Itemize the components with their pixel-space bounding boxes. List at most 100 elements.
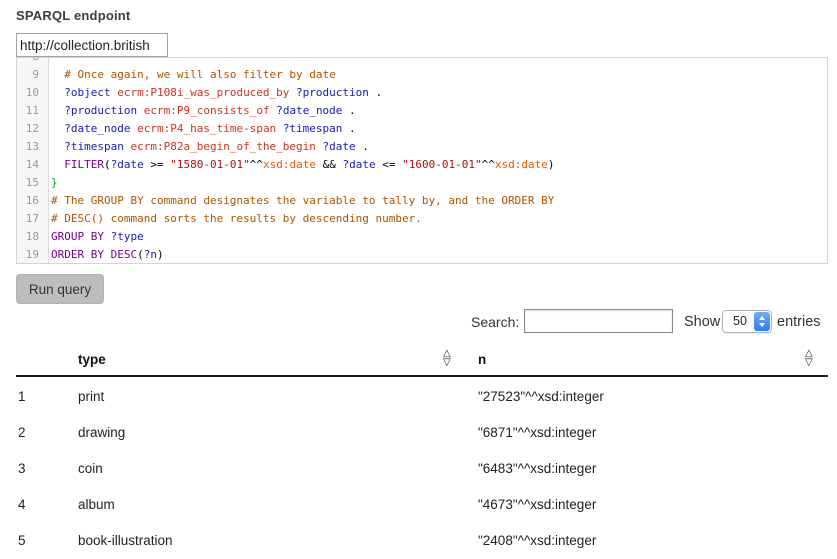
cell-n: "6483"^^xsd:integer	[478, 451, 596, 487]
row-index: 5	[18, 523, 26, 559]
table-row: 4album"4673"^^xsd:integer	[16, 487, 828, 523]
code-line[interactable]: 13 ?timespan ecrm:P82a_begin_of_the_begi…	[17, 138, 827, 156]
code-token[interactable]: (	[137, 248, 144, 261]
page-length-select[interactable]: 50	[722, 310, 772, 333]
code-token[interactable]: ?object	[64, 86, 110, 99]
table-row: 3coin"6483"^^xsd:integer	[16, 451, 828, 487]
sort-desc-icon: ▽	[805, 358, 813, 367]
code-token[interactable]	[51, 122, 64, 135]
code-token[interactable]: # DESC() command sorts the results by de…	[51, 212, 422, 225]
code-text[interactable]: ORDER BY DESC(?n)	[49, 246, 164, 264]
endpoint-input[interactable]	[16, 33, 168, 57]
code-token[interactable]: (	[104, 158, 111, 171]
code-token[interactable]	[51, 104, 64, 117]
column-header-n[interactable]: n	[478, 352, 486, 367]
code-token[interactable]: ecrm:P9_consists_of	[144, 104, 270, 117]
code-token[interactable]	[104, 230, 111, 243]
code-token[interactable]: ecrm:P108i_was_produced_by	[117, 86, 289, 99]
code-token[interactable]: )	[157, 248, 164, 261]
code-text[interactable]	[49, 57, 51, 66]
code-text[interactable]: }	[49, 174, 58, 192]
code-text[interactable]: ?date_node ecrm:P4_has_time-span ?timesp…	[49, 120, 356, 138]
code-line[interactable]: 11 ?production ecrm:P9_consists_of ?date…	[17, 102, 827, 120]
code-line[interactable]: 8	[17, 57, 827, 66]
code-token[interactable]: "1600-01-01"	[402, 158, 481, 171]
code-line[interactable]: 19ORDER BY DESC(?n)	[17, 246, 827, 264]
code-token[interactable]	[137, 104, 144, 117]
code-token[interactable]: <=	[376, 158, 403, 171]
code-token[interactable]: .	[342, 104, 355, 117]
code-token[interactable]	[276, 122, 283, 135]
row-index: 3	[18, 451, 26, 487]
code-token[interactable]: xsd:date	[495, 158, 548, 171]
code-token[interactable]: ^^	[250, 158, 263, 171]
code-token[interactable]: "1580-01-01"	[170, 158, 249, 171]
code-token[interactable]: }	[51, 176, 58, 189]
line-number: 12	[17, 120, 49, 138]
line-number: 16	[17, 192, 49, 210]
code-text[interactable]: # The GROUP BY command designates the va…	[49, 192, 554, 210]
code-line[interactable]: 18GROUP BY ?type	[17, 228, 827, 246]
code-text[interactable]: # Once again, we will also filter by dat…	[49, 66, 336, 84]
code-token[interactable]	[51, 158, 64, 171]
line-number: 13	[17, 138, 49, 156]
code-text[interactable]: GROUP BY ?type	[49, 228, 144, 246]
row-index: 2	[18, 415, 26, 451]
line-number: 15	[17, 174, 49, 192]
cell-type: book-illustration	[78, 523, 173, 559]
code-token[interactable]	[51, 140, 64, 153]
code-token[interactable]: ?date	[323, 140, 356, 153]
code-token[interactable]: ?date_node	[64, 122, 130, 135]
code-token[interactable]: # The GROUP BY command designates the va…	[51, 194, 554, 207]
cell-type: album	[78, 487, 115, 523]
code-token[interactable]: )	[548, 158, 555, 171]
code-line[interactable]: 12 ?date_node ecrm:P4_has_time-span ?tim…	[17, 120, 827, 138]
code-token[interactable]	[51, 68, 64, 81]
code-token[interactable]: GROUP BY	[51, 230, 104, 243]
code-text[interactable]: FILTER(?date >= "1580-01-01"^^xsd:date &…	[49, 156, 554, 174]
code-token[interactable]: ?timespan	[283, 122, 343, 135]
code-token[interactable]: ?date	[111, 158, 144, 171]
code-token[interactable]: ?date	[342, 158, 375, 171]
code-token[interactable]: ^^	[482, 158, 495, 171]
line-number: 9	[17, 66, 49, 84]
sort-icon-type[interactable]: △ ▽	[443, 349, 451, 367]
code-token[interactable]: &&	[316, 158, 343, 171]
code-token[interactable]: ?production	[64, 104, 137, 117]
code-text[interactable]: ?object ecrm:P108i_was_produced_by ?prod…	[49, 84, 382, 102]
code-line[interactable]: 9 # Once again, we will also filter by d…	[17, 66, 827, 84]
code-token[interactable]: ecrm:P82a_begin_of_the_begin	[130, 140, 315, 153]
cell-type: print	[78, 379, 104, 415]
code-line[interactable]: 15}	[17, 174, 827, 192]
code-line[interactable]: 14 FILTER(?date >= "1580-01-01"^^xsd:dat…	[17, 156, 827, 174]
code-token[interactable]: ?n	[144, 248, 157, 261]
code-line[interactable]: 17# DESC() command sorts the results by …	[17, 210, 827, 228]
code-token[interactable]: .	[342, 122, 355, 135]
code-token[interactable]	[51, 86, 64, 99]
code-token[interactable]	[316, 140, 323, 153]
run-query-button[interactable]: Run query	[16, 274, 104, 304]
code-token[interactable]: ecrm:P4_has_time-span	[137, 122, 276, 135]
code-token[interactable]: FILTER	[64, 158, 104, 171]
code-token[interactable]: ?type	[111, 230, 144, 243]
search-label: Search:	[471, 314, 519, 330]
column-header-type[interactable]: type	[78, 352, 106, 367]
code-token[interactable]: ORDER BY DESC	[51, 248, 137, 261]
sparql-code-editor[interactable]: 89 # Once again, we will also filter by …	[16, 57, 828, 264]
code-token[interactable]: .	[369, 86, 382, 99]
code-token[interactable]: >=	[144, 158, 171, 171]
cell-n: "6871"^^xsd:integer	[478, 415, 596, 451]
code-text[interactable]: # DESC() command sorts the results by de…	[49, 210, 422, 228]
code-token[interactable]: ?date_node	[276, 104, 342, 117]
code-text[interactable]: ?timespan ecrm:P82a_begin_of_the_begin ?…	[49, 138, 369, 156]
code-token[interactable]: .	[356, 140, 369, 153]
code-line[interactable]: 16# The GROUP BY command designates the …	[17, 192, 827, 210]
code-token[interactable]: # Once again, we will also filter by dat…	[64, 68, 336, 81]
code-text[interactable]: ?production ecrm:P9_consists_of ?date_no…	[49, 102, 356, 120]
search-input[interactable]	[524, 309, 673, 333]
code-token[interactable]: ?timespan	[64, 140, 124, 153]
sort-icon-n[interactable]: △ ▽	[805, 349, 813, 367]
code-token[interactable]: ?production	[296, 86, 369, 99]
code-line[interactable]: 10 ?object ecrm:P108i_was_produced_by ?p…	[17, 84, 827, 102]
code-token[interactable]: xsd:date	[263, 158, 316, 171]
